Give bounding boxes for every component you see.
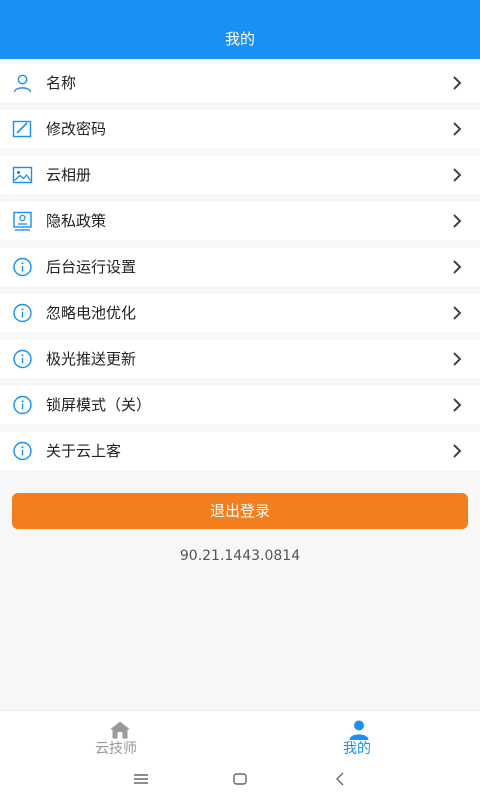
menu-item-lock-screen-mode[interactable]: 锁屏模式（关）: [0, 386, 480, 424]
chevron-right-icon: [452, 306, 462, 320]
page-title: 我的: [224, 30, 255, 48]
info-icon: [12, 303, 33, 323]
menu-item-privacy-policy[interactable]: 隐私政策: [0, 202, 480, 240]
chevron-right-icon: [452, 444, 462, 458]
chevron-right-icon: [452, 398, 462, 412]
tab-home[interactable]: 云技师: [0, 711, 240, 759]
menu-item-label: 云相册: [46, 166, 92, 184]
info-icon: [12, 257, 33, 277]
tab-label: 我的: [343, 741, 371, 757]
image-icon: [12, 165, 33, 185]
menu-item-cloud-album[interactable]: 云相册: [0, 156, 480, 194]
menu-item-label: 后台运行设置: [46, 258, 137, 276]
version-text: 90.21.1443.0814: [179, 548, 301, 564]
menu-item-label: 隐私政策: [46, 212, 107, 230]
home-icon: [109, 720, 131, 740]
chevron-right-icon: [452, 76, 462, 90]
tab-label: 云技师: [95, 741, 137, 757]
menu-item-push-update[interactable]: 极光推送更新: [0, 340, 480, 378]
menu-icon[interactable]: [131, 770, 151, 788]
chevron-right-icon: [452, 260, 462, 274]
chevron-right-icon: [452, 122, 462, 136]
document-icon: [12, 211, 33, 231]
header-bar: 我的: [0, 0, 480, 59]
info-icon: [12, 441, 33, 461]
tab-mine[interactable]: 我的: [240, 711, 480, 759]
info-icon: [12, 349, 33, 369]
menu-item-name[interactable]: 名称: [0, 64, 480, 102]
tab-bar: 云技师 我的: [0, 710, 480, 758]
system-nav-bar: [0, 758, 480, 800]
menu-item-about[interactable]: 关于云上客: [0, 432, 480, 470]
chevron-right-icon: [452, 168, 462, 182]
edit-icon: [12, 119, 33, 139]
menu-item-label: 极光推送更新: [46, 350, 137, 368]
chevron-right-icon: [452, 352, 462, 366]
person-icon: [348, 720, 370, 740]
menu-item-battery-optimization[interactable]: 忽略电池优化: [0, 294, 480, 332]
settings-menu: 名称 修改密码 云相册 隐私政策 后台运行设置 忽略电池优化 极光推送更新 锁屏…: [0, 64, 480, 478]
back-icon[interactable]: [331, 770, 351, 788]
menu-item-label: 忽略电池优化: [46, 304, 137, 322]
menu-item-label: 修改密码: [46, 120, 107, 138]
menu-item-background-run[interactable]: 后台运行设置: [0, 248, 480, 286]
menu-item-label: 锁屏模式（关）: [46, 396, 152, 414]
menu-item-change-password[interactable]: 修改密码: [0, 110, 480, 148]
info-icon: [12, 395, 33, 415]
user-icon: [12, 73, 33, 93]
home-square-icon[interactable]: [230, 770, 250, 788]
chevron-right-icon: [452, 214, 462, 228]
menu-item-label: 名称: [46, 74, 77, 92]
logout-button[interactable]: 退出登录: [12, 493, 468, 529]
menu-item-label: 关于云上客: [46, 442, 122, 460]
